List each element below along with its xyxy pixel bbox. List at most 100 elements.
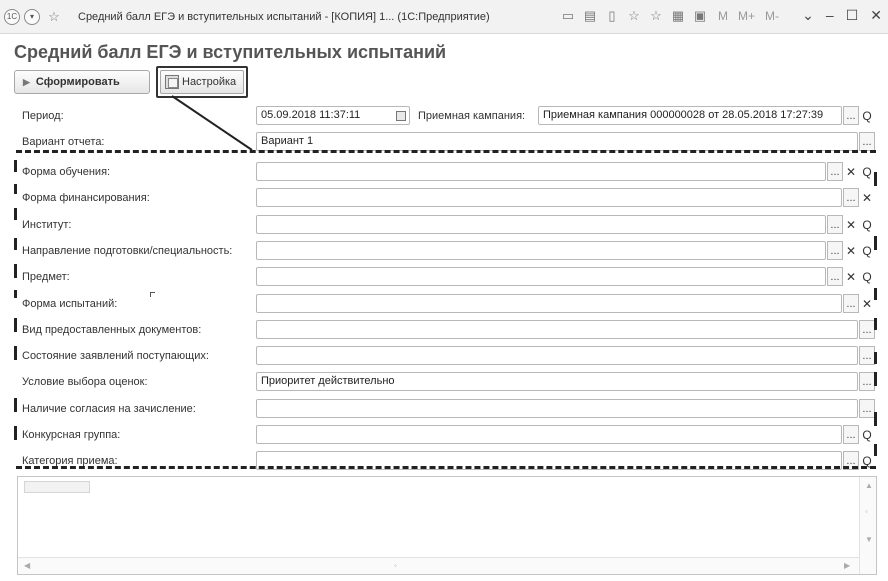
filter-open-icon[interactable]: Q [859, 267, 875, 286]
memory-m-button[interactable]: M [718, 9, 728, 23]
filter-select-button[interactable]: ... [827, 267, 843, 286]
filter-open-icon[interactable]: Q [859, 241, 875, 260]
variant-label: Вариант отчета: [22, 136, 105, 148]
campaign-field[interactable]: Приемная кампания 000000028 от 28.05.201… [538, 106, 842, 125]
filter-open-icon[interactable]: Q [859, 162, 875, 181]
settings-button-label: Настройка [182, 76, 237, 88]
variant-select-button[interactable]: ... [859, 132, 875, 151]
filter-select-button[interactable]: ... [859, 399, 875, 418]
calculator-icon[interactable]: ▦ [670, 8, 686, 24]
filter-clear-button[interactable]: ✕ [843, 267, 859, 286]
settings-icon [165, 75, 179, 89]
filter-field[interactable] [256, 267, 826, 286]
filter-field[interactable] [256, 241, 826, 260]
filter-clear-button[interactable]: ✕ [859, 294, 875, 313]
result-cell [24, 481, 90, 493]
memory-plus-button[interactable]: M+ [738, 9, 755, 23]
save-icon[interactable]: ▭ [560, 8, 576, 24]
callout-left-bar [14, 208, 17, 220]
window-titlebar: 1C ▾ ☆ Средний балл ЕГЭ и вступительных … [0, 0, 888, 34]
filter-select-button[interactable]: ... [843, 425, 859, 444]
scroll-right-icon[interactable]: ▶ [844, 561, 850, 570]
filter-clear-button[interactable]: ✕ [843, 162, 859, 181]
preview-icon[interactable]: ▯ [604, 8, 620, 24]
mouse-cursor-mark [150, 292, 155, 297]
callout-left-bar [14, 398, 17, 412]
filter-select-button[interactable]: ... [859, 320, 875, 339]
filter-clear-button[interactable]: ✕ [843, 241, 859, 260]
callout-left-bar [14, 264, 17, 278]
filter-label: Форма финансирования: [22, 192, 150, 204]
favorite-star-icon[interactable]: ☆ [46, 9, 62, 25]
vertical-scrollbar[interactable]: ▲ ◦ ▼ [859, 477, 876, 574]
filter-label: Предмет: [22, 271, 70, 283]
callout-left-bar [14, 426, 17, 440]
app-menu-icon[interactable]: 1C [4, 8, 20, 25]
print-icon[interactable]: ▤ [582, 8, 598, 24]
minimize-icon[interactable]: – [826, 7, 834, 24]
more-icon[interactable]: ⌄ [802, 7, 814, 24]
campaign-select-button[interactable]: ... [843, 106, 859, 125]
report-result-area[interactable]: ▲ ◦ ▼ ◀ ◦ ▶ [17, 476, 877, 575]
filter-select-button[interactable]: ... [859, 372, 875, 391]
filter-clear-button[interactable]: ✕ [859, 188, 875, 207]
filter-open-icon[interactable]: Q [859, 215, 875, 234]
filter-select-button[interactable]: ... [827, 241, 843, 260]
memory-minus-button[interactable]: M- [765, 9, 779, 23]
window-controls: ⌄ – ☐ ✕ [802, 7, 882, 24]
filter-label: Институт: [22, 219, 72, 231]
period-field[interactable]: 05.09.2018 11:37:11 [256, 106, 410, 125]
dropdown-menu-icon[interactable]: ▾ [24, 8, 40, 25]
variant-field[interactable]: Вариант 1 [256, 132, 858, 151]
callout-left-bar [14, 238, 17, 250]
filter-select-button[interactable]: ... [827, 162, 843, 181]
close-icon[interactable]: ✕ [870, 7, 882, 24]
filter-select-button[interactable]: ... [827, 215, 843, 234]
filter-field[interactable] [256, 320, 858, 339]
filter-label: Форма испытаний: [22, 298, 118, 310]
callout-right-bar [874, 288, 877, 300]
scroll-left-icon[interactable]: ◀ [24, 561, 30, 570]
calendar-picker-icon[interactable] [396, 111, 406, 121]
filter-field[interactable]: Приоритет действительно [256, 372, 858, 391]
callout-right-bar [874, 318, 877, 330]
horizontal-scrollbar[interactable]: ◀ ◦ ▶ [18, 557, 859, 574]
filter-label: Условие выбора оценок: [22, 376, 148, 388]
filter-select-button[interactable]: ... [843, 294, 859, 313]
titlebar-tools: ▭ ▤ ▯ ☆ ☆ ▦ ▣ M M+ M- [560, 8, 779, 24]
filter-field[interactable] [256, 346, 858, 365]
history-icon[interactable]: ☆ [648, 8, 664, 24]
maximize-icon[interactable]: ☐ [846, 7, 859, 24]
callout-left-bar [14, 160, 17, 172]
form-title: Средний балл ЕГЭ и вступительных испытан… [14, 42, 447, 62]
campaign-open-icon[interactable]: Q [859, 106, 875, 125]
filter-label: Форма обучения: [22, 166, 111, 178]
callout-right-bar [874, 352, 877, 364]
scroll-up-icon[interactable]: ▲ [865, 481, 873, 490]
filter-field[interactable] [256, 188, 842, 207]
callout-right-bar [874, 412, 877, 426]
filter-field[interactable] [256, 294, 842, 313]
filter-select-button[interactable]: ... [859, 346, 875, 365]
scroll-h-thumb-icon[interactable]: ◦ [394, 561, 397, 570]
filter-field[interactable] [256, 399, 858, 418]
calendar-icon[interactable]: ▣ [692, 8, 708, 24]
campaign-label: Приемная кампания: [418, 110, 526, 122]
filter-label: Направление подготовки/специальность: [22, 245, 233, 257]
filter-label: Конкурсная группа: [22, 429, 121, 441]
scroll-down-icon[interactable]: ▼ [865, 535, 873, 544]
filter-open-icon[interactable]: Q [859, 425, 875, 444]
generate-button[interactable]: ▶ Сформировать [14, 70, 150, 94]
callout-left-bar [14, 346, 17, 360]
filter-clear-button[interactable]: ✕ [843, 215, 859, 234]
bookmark-star-icon[interactable]: ☆ [626, 8, 642, 24]
filter-select-button[interactable]: ... [843, 188, 859, 207]
scroll-thumb-icon[interactable]: ◦ [865, 507, 868, 516]
filter-field[interactable] [256, 162, 826, 181]
form-toolbar: ▶ Сформировать Настройка [14, 66, 248, 98]
filter-field[interactable] [256, 215, 826, 234]
settings-button[interactable]: Настройка [160, 70, 244, 94]
filter-label: Наличие согласия на зачисление: [22, 403, 196, 415]
window-title: Средний балл ЕГЭ и вступительных испытан… [78, 10, 490, 23]
filter-field[interactable] [256, 425, 842, 444]
